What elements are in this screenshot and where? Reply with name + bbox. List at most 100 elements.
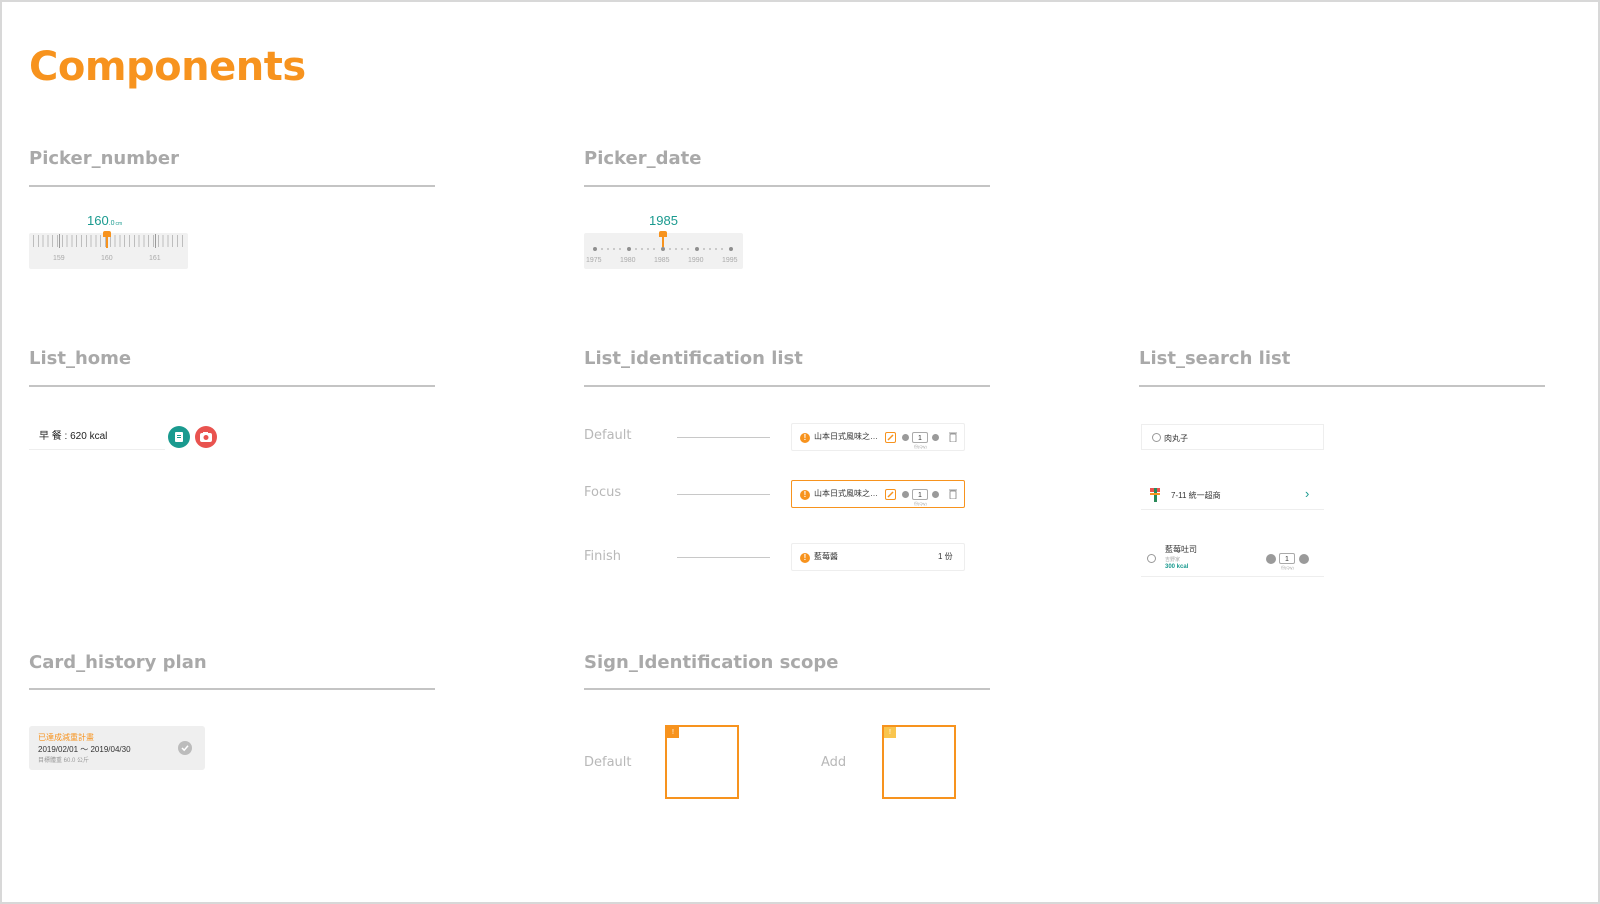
date-minor-dot (601, 248, 603, 250)
date-major-dot (695, 247, 699, 251)
plus-icon[interactable] (1299, 554, 1309, 564)
state-label-focus: Focus (584, 485, 622, 500)
picker-indicator-stem (662, 236, 664, 247)
plan-dates: 2019/02/01 ～ 2019/04/30 (38, 745, 131, 754)
warning-icon: ! (800, 490, 810, 500)
search-result-item[interactable]: 肉丸子 (1141, 424, 1324, 450)
picker-date-value: 1985 (649, 213, 678, 228)
scope-label-add: Add (821, 755, 847, 770)
date-major-dot (593, 247, 597, 251)
radio-button[interactable] (1147, 554, 1156, 563)
date-label: 1975 (586, 257, 602, 264)
date-label: 1990 (688, 257, 704, 264)
date-major-dot (729, 247, 733, 251)
scope-tag-icon: ! (667, 727, 679, 738)
date-minor-dot (653, 248, 655, 250)
date-minor-dot (641, 248, 643, 250)
minus-icon[interactable] (902, 491, 909, 498)
scope-tag-icon: ! (884, 727, 896, 738)
section-title-card-history: Card_history plan (29, 652, 207, 673)
ruler-label: 161 (149, 255, 161, 262)
warning-icon: ! (800, 553, 810, 563)
picker-number-unit: cm (115, 221, 123, 227)
date-minor-dot (721, 248, 723, 250)
date-label: 1985 (654, 257, 670, 264)
picker-number-value: 160.0cm (87, 213, 122, 228)
food-name: 藍莓醬 (814, 552, 838, 561)
date-label: 1995 (722, 257, 738, 264)
food-brand: 吉野家 (1165, 557, 1181, 563)
food-name: 山本日式風味之… (814, 432, 878, 441)
list-home-row[interactable]: 早 餐 : 620 kcal (29, 424, 165, 450)
trash-icon[interactable] (949, 489, 957, 499)
quantity-value: 1 份 (938, 552, 953, 561)
food-name: 山本日式風味之… (814, 489, 878, 498)
plan-target: 目標體重 60.0 公斤 (38, 758, 90, 764)
section-divider (584, 385, 990, 387)
food-name: 藍莓吐司 (1165, 545, 1197, 554)
check-circle-icon (178, 741, 192, 755)
history-plan-card[interactable]: 已達成減重計畫 2019/02/01 ～ 2019/04/30 目標體重 60.… (29, 726, 205, 770)
date-minor-dot (607, 248, 609, 250)
picker-indicator-stem (106, 236, 108, 248)
radio-button[interactable] (1152, 433, 1161, 442)
section-divider (584, 185, 990, 187)
plan-status: 已達成減重計畫 (38, 733, 94, 742)
quantity-field[interactable]: 1 (912, 489, 928, 500)
edit-icon[interactable] (885, 432, 896, 443)
quantity-unit: 份(Qty) (1281, 565, 1294, 570)
ruler-label: 159 (53, 255, 65, 262)
identification-item-default[interactable]: ! 山本日式風味之… 1 份(Qty) (791, 423, 965, 451)
picker-number-value-main: 160 (87, 213, 109, 228)
ruler-major-tick (59, 234, 60, 248)
state-connector (677, 557, 770, 558)
date-label: 1980 (620, 257, 636, 264)
picker-number-decimal: .0 (108, 220, 115, 227)
section-title-list-search: List_search list (1139, 348, 1291, 369)
minus-icon[interactable] (902, 434, 909, 441)
food-list-item[interactable]: 藍莓吐司 吉野家 300 kcal 1 份(Qty) (1141, 541, 1324, 577)
camera-button[interactable] (195, 426, 217, 448)
state-connector (677, 437, 770, 438)
section-title-list-identification: List_identification list (584, 348, 803, 369)
date-minor-dot (635, 248, 637, 250)
quantity-unit: 份(Qty) (914, 444, 927, 449)
trash-icon[interactable] (949, 432, 957, 442)
date-minor-dot (703, 248, 705, 250)
edit-icon[interactable] (885, 489, 896, 500)
chevron-right-icon: › (1305, 486, 1310, 501)
add-record-button[interactable] (168, 426, 190, 448)
picker-date-ruler[interactable]: 1975 1980 1985 1990 1995 (584, 231, 743, 269)
section-divider (1139, 385, 1545, 387)
store-logo-icon (1150, 488, 1160, 502)
meal-kcal-label: 早 餐 : 620 kcal (39, 431, 108, 442)
picker-number-ruler[interactable]: 159 160 161 (29, 231, 188, 269)
identification-scope-add[interactable]: ! (882, 725, 956, 799)
store-list-item[interactable]: 7-11 統一超商 › (1141, 481, 1324, 510)
state-label-finish: Finish (584, 549, 622, 564)
plus-icon[interactable] (932, 491, 939, 498)
identification-scope-default[interactable]: ! (665, 725, 739, 799)
date-minor-dot (669, 248, 671, 250)
date-minor-dot (613, 248, 615, 250)
canvas-frame (0, 0, 1600, 904)
state-connector (677, 494, 770, 495)
quantity-field[interactable]: 1 (1279, 553, 1295, 564)
store-name: 7-11 統一超商 (1171, 491, 1221, 500)
ruler-major-tick (155, 234, 156, 248)
minus-icon[interactable] (1266, 554, 1276, 564)
section-divider (29, 688, 435, 690)
section-title-picker-number: Picker_number (29, 148, 179, 169)
plus-icon[interactable] (932, 434, 939, 441)
date-major-dot (661, 247, 665, 251)
page-title: Components (29, 44, 306, 90)
date-major-dot (627, 247, 631, 251)
date-minor-dot (647, 248, 649, 250)
section-divider (584, 688, 990, 690)
identification-item-finish[interactable]: ! 藍莓醬 1 份 (791, 543, 965, 571)
identification-item-focus[interactable]: ! 山本日式風味之… 1 份(Qty) (791, 480, 965, 508)
state-label-default: Default (584, 428, 632, 443)
date-minor-dot (675, 248, 677, 250)
date-minor-dot (681, 248, 683, 250)
quantity-field[interactable]: 1 (912, 432, 928, 443)
